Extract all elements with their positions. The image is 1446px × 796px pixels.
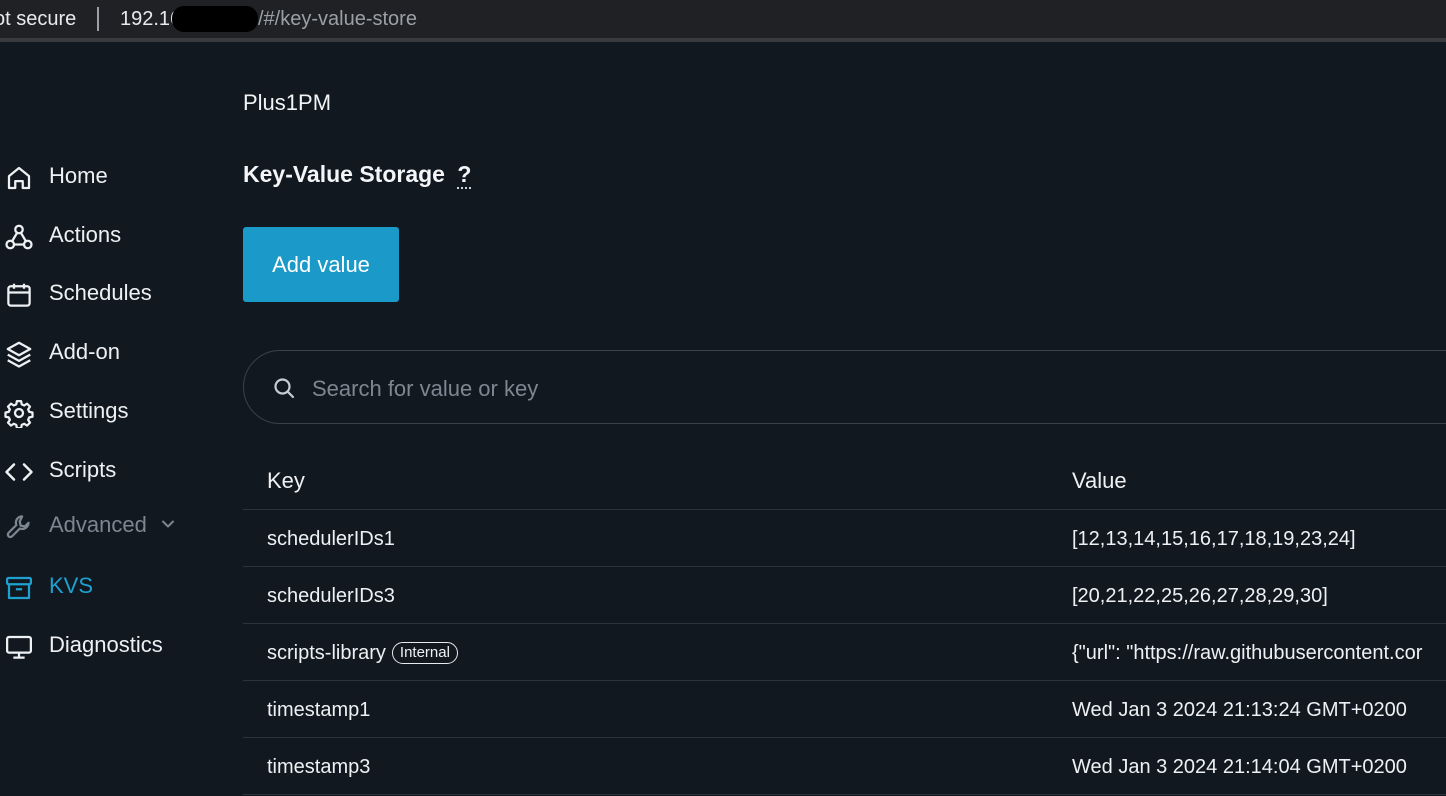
help-tooltip-trigger[interactable]: ? — [457, 161, 472, 189]
row-key: schedulerIDs3 — [267, 585, 395, 607]
sidebar-item-label: Settings — [49, 398, 129, 423]
sidebar-item-advanced[interactable]: Advanced — [0, 504, 210, 548]
sidebar-item-add-on[interactable]: Add-on — [0, 331, 210, 375]
table-row[interactable]: schedulerIDs3 [20,21,22,25,26,27,28,29,3… — [243, 567, 1446, 624]
row-value: [20,21,22,25,26,27,28,29,30] — [1072, 585, 1328, 607]
webhook-icon — [3, 221, 35, 253]
internal-badge: Internal — [391, 642, 458, 664]
add-value-button[interactable]: Add value — [243, 227, 399, 302]
table-header: Key Value — [243, 452, 1446, 510]
table-row[interactable]: schedulerIDs1 [12,13,14,15,16,17,18,19,2… — [243, 510, 1446, 567]
page-title: Key-Value Storage ? — [243, 161, 472, 189]
url-path[interactable]: /#/key-value-store — [258, 8, 417, 31]
home-icon — [3, 162, 35, 194]
row-key: scripts-library — [267, 642, 386, 664]
address-separator — [97, 7, 99, 31]
sidebar-item-schedules[interactable]: Schedules — [0, 272, 210, 316]
column-header-key: Key — [267, 468, 305, 493]
sidebar-item-label: Home — [49, 163, 108, 188]
chevron-down-icon[interactable] — [158, 514, 178, 534]
search-input[interactable] — [310, 369, 1314, 409]
layers-icon — [3, 338, 35, 370]
sidebar-item-diagnostics[interactable]: Diagnostics — [0, 624, 210, 668]
sidebar-item-scripts[interactable]: Scripts — [0, 449, 210, 493]
row-value: [12,13,14,15,16,17,18,19,23,24] — [1072, 528, 1356, 550]
row-key: timestamp3 — [267, 756, 371, 778]
kvs-table: Key Value schedulerIDs1 [12,13,14,15,16,… — [243, 452, 1446, 795]
row-value: Wed Jan 3 2024 21:13:24 GMT+0200 — [1072, 699, 1407, 721]
table-row[interactable]: timestamp3 Wed Jan 3 2024 21:14:04 GMT+0… — [243, 738, 1446, 795]
sidebar: Home Actions Schedules Add-on Settings S… — [0, 46, 220, 796]
monitor-icon — [3, 631, 35, 663]
code-icon — [3, 456, 35, 488]
search-icon — [274, 378, 295, 399]
sidebar-item-label: Schedules — [49, 280, 152, 305]
sidebar-item-settings[interactable]: Settings — [0, 390, 210, 434]
table-row[interactable]: scripts-library Internal {"url": "https:/… — [243, 624, 1446, 681]
row-value: {"url": "https://raw.githubusercontent.c… — [1072, 642, 1423, 664]
wrench-icon — [3, 511, 35, 543]
row-key-with-badge: scripts-library Internal — [267, 642, 458, 665]
gear-icon — [3, 397, 35, 429]
sidebar-item-label: KVS — [49, 573, 94, 598]
table-row[interactable]: timestamp1 Wed Jan 3 2024 21:13:24 GMT+0… — [243, 681, 1446, 738]
archive-icon — [3, 572, 35, 604]
sidebar-item-label: Diagnostics — [49, 632, 163, 657]
sidebar-item-home[interactable]: Home — [0, 155, 210, 199]
sidebar-item-label: Advanced — [49, 512, 147, 537]
security-indicator[interactable]: ot secure — [0, 8, 76, 31]
row-key: timestamp1 — [267, 699, 371, 721]
row-value: Wed Jan 3 2024 21:14:04 GMT+0200 — [1072, 756, 1407, 778]
sidebar-item-label: Actions — [49, 222, 122, 247]
sidebar-item-label: Scripts — [49, 457, 117, 482]
page-title-text: Key-Value Storage — [243, 161, 445, 187]
main-content: Plus1PM Key-Value Storage ? Add value Ke… — [243, 46, 1446, 796]
sidebar-item-kvs[interactable]: KVS — [0, 565, 210, 609]
column-header-value: Value — [1072, 468, 1127, 493]
sidebar-item-label: Add-on — [49, 339, 120, 364]
sidebar-item-actions[interactable]: Actions — [0, 214, 210, 258]
browser-address-bar[interactable]: ot secure 192.16 /#/key-value-store — [0, 0, 1446, 42]
calendar-icon — [3, 279, 35, 311]
redaction-mark — [172, 6, 258, 32]
row-key: schedulerIDs1 — [267, 528, 395, 550]
search-box — [243, 350, 1446, 424]
device-name: Plus1PM — [243, 90, 332, 115]
